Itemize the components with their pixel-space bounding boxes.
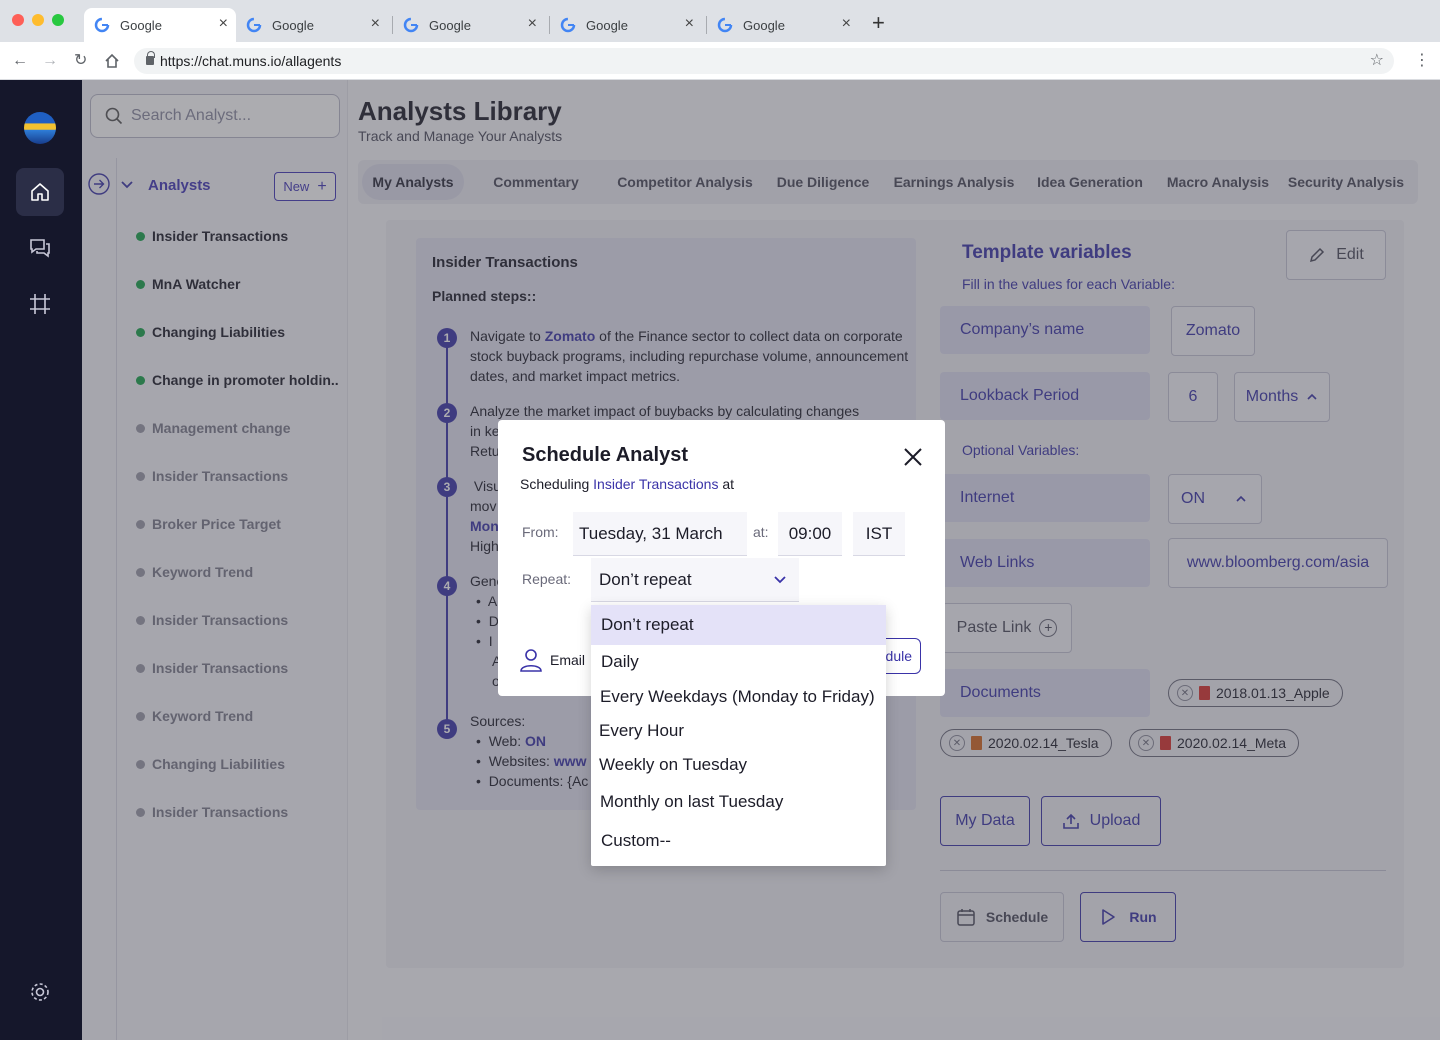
browser-tab[interactable]: Google × (84, 8, 236, 42)
address-bar: ← → ↻ https://chat.muns.io/allagents ☆ ⋮ (0, 42, 1440, 80)
forward-icon[interactable]: → (42, 51, 58, 71)
at-label: at: (753, 524, 769, 540)
modal-subtitle: Scheduling Insider Transactions at (520, 476, 734, 492)
google-favicon-icon (246, 17, 262, 33)
window-minimize-control[interactable] (32, 14, 44, 26)
lock-icon (146, 51, 155, 65)
browser-tab-title: Google (743, 17, 785, 33)
modal-subtitle-post: at (718, 476, 735, 492)
browser-tab[interactable]: Google × (707, 8, 859, 42)
browser-tab-title: Google (272, 17, 314, 33)
repeat-option[interactable]: Monthly on last Tuesday (591, 786, 886, 818)
google-favicon-icon (717, 17, 733, 33)
home-icon[interactable] (104, 53, 120, 69)
timezone-select[interactable]: IST (853, 512, 905, 556)
browser-menu-icon[interactable]: ⋮ (1414, 52, 1430, 70)
repeat-options-dropdown: Don’t repeat Daily Every Weekdays (Monda… (591, 605, 886, 866)
nav-home-button[interactable] (16, 168, 64, 216)
modal-title: Schedule Analyst (522, 444, 688, 466)
browser-tab[interactable]: Google × (236, 8, 388, 42)
user-icon (520, 649, 542, 672)
tab-close-icon[interactable]: × (842, 16, 851, 32)
frame-icon[interactable] (28, 292, 52, 316)
repeat-option[interactable]: Daily (591, 645, 886, 679)
modal-subtitle-pre: Scheduling (520, 476, 594, 492)
app-nav-rail (0, 80, 82, 1040)
google-favicon-icon (403, 17, 419, 33)
chat-icon[interactable] (28, 236, 52, 260)
browser-tab-title: Google (429, 17, 471, 33)
app-logo (24, 112, 56, 144)
window-zoom-control[interactable] (52, 14, 64, 26)
new-tab-icon[interactable]: + (872, 12, 885, 34)
email-notify-option[interactable]: Email (520, 648, 585, 672)
tab-close-icon[interactable]: × (219, 16, 228, 32)
home-icon (31, 183, 49, 201)
url-field[interactable]: https://chat.muns.io/allagents ☆ (134, 48, 1394, 74)
time-picker[interactable]: 09:00 (778, 512, 842, 556)
date-picker[interactable]: Tuesday, 31 March (573, 512, 747, 556)
browser-tab-bar: Google × Google × Google × Google × Goog… (0, 0, 1440, 42)
google-favicon-icon (560, 17, 576, 33)
reload-icon[interactable]: ↻ (74, 51, 87, 71)
repeat-option[interactable]: Weekly on Tuesday (591, 749, 886, 781)
window-close-control[interactable] (12, 14, 24, 26)
tab-close-icon[interactable]: × (371, 16, 380, 32)
repeat-option[interactable]: Don’t repeat (591, 605, 886, 645)
browser-tab-title: Google (586, 17, 628, 33)
repeat-option[interactable]: Custom-- (591, 825, 886, 857)
tab-close-icon[interactable]: × (528, 16, 537, 32)
url-text: https://chat.muns.io/allagents (160, 53, 342, 69)
chevron-down-icon (774, 575, 786, 583)
repeat-value: Don’t repeat (599, 569, 692, 589)
repeat-option[interactable]: Every Weekdays (Monday to Friday) (591, 681, 886, 713)
email-label: Email (550, 652, 586, 668)
bookmark-star-icon[interactable]: ☆ (1370, 48, 1384, 74)
repeat-label: Repeat: (522, 571, 572, 587)
repeat-select[interactable]: Don’t repeat (591, 558, 799, 602)
browser-tab[interactable]: Google × (550, 8, 702, 42)
google-favicon-icon (94, 17, 110, 33)
close-icon[interactable] (902, 446, 924, 468)
repeat-option[interactable]: Every Hour (591, 715, 886, 747)
from-label: From: (522, 524, 559, 540)
browser-tab[interactable]: Google × (393, 8, 545, 42)
browser-tab-title: Google (120, 17, 162, 33)
analyst-link[interactable]: Insider Transactions (593, 476, 718, 492)
settings-gear-icon[interactable] (28, 980, 52, 1004)
back-icon[interactable]: ← (12, 51, 28, 71)
tab-close-icon[interactable]: × (685, 16, 694, 32)
